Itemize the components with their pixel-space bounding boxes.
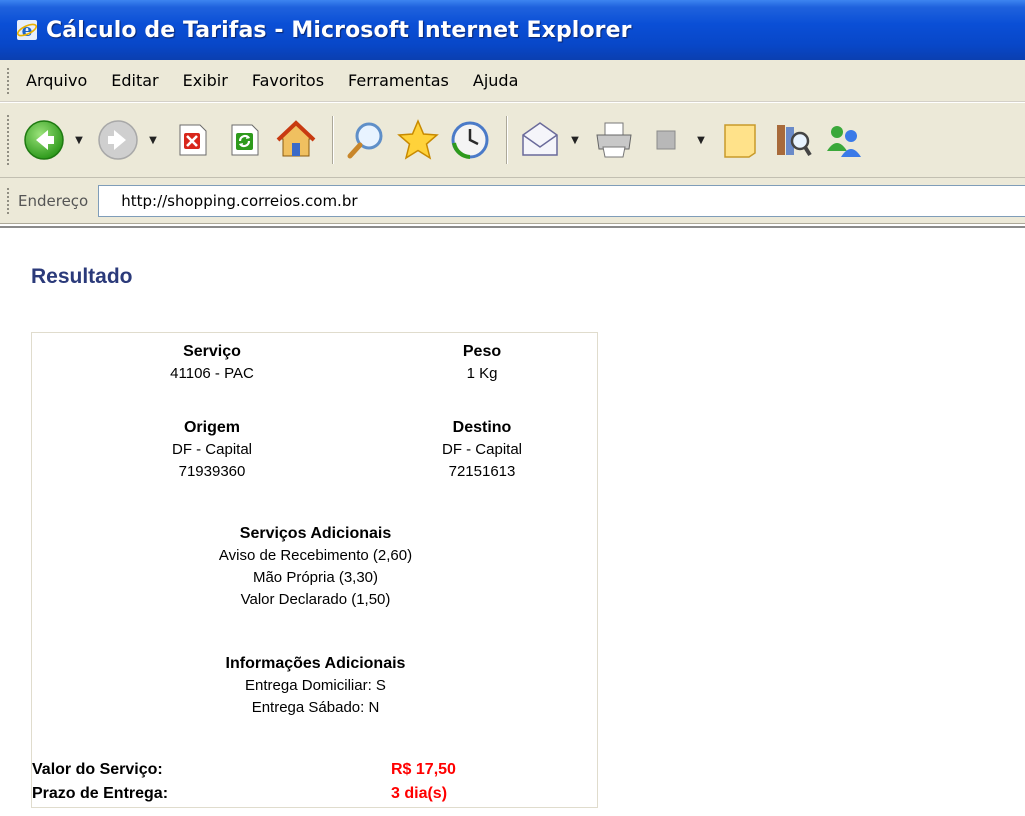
refresh-icon [231, 124, 259, 156]
mail-dropdown[interactable]: ▼ [568, 135, 582, 146]
messenger-icon [827, 126, 861, 157]
search-icon [347, 122, 383, 159]
menu-exibir[interactable]: Exibir [181, 67, 230, 94]
servico-block: Serviço 41106 - PAC [112, 341, 312, 385]
menu-arquivo[interactable]: Arquivo [24, 67, 89, 94]
discuss-icon [724, 124, 756, 158]
forward-icon [98, 120, 138, 160]
destino-label: Destino [452, 419, 512, 436]
peso-block: Peso 1 Kg [412, 341, 552, 385]
info-item: Entrega Domiciliar: S [245, 677, 386, 694]
edit-dropdown[interactable]: ▼ [694, 135, 708, 146]
page-content: Resultado Serviço 41106 - PAC Peso 1 Kg … [0, 226, 1025, 816]
history-button[interactable] [446, 116, 494, 164]
research-button[interactable] [768, 116, 816, 164]
destino-cep: 72151613 [448, 463, 516, 480]
history-icon [451, 121, 489, 159]
adicionais-block: Serviços Adicionais Aviso de Recebimento… [32, 523, 599, 611]
favorites-button[interactable] [394, 116, 442, 164]
standard-toolbar: ▼ ▼ ▼ ▼ [0, 102, 1025, 178]
valor-value: R$ 17,50 [391, 761, 456, 778]
discuss-button[interactable] [716, 116, 764, 164]
prazo-value: 3 dia(s) [391, 785, 448, 802]
toolbar-separator [506, 116, 508, 164]
home-button[interactable] [272, 116, 320, 164]
destino-block: Destino DF - Capital 72151613 [412, 417, 552, 483]
menu-ferramentas[interactable]: Ferramentas [346, 67, 451, 94]
origem-cep: 71939360 [178, 463, 246, 480]
home-icon [276, 120, 316, 157]
messenger-button[interactable] [820, 116, 868, 164]
address-grip[interactable] [6, 186, 10, 215]
toolbar-separator [332, 116, 334, 164]
mail-button[interactable] [516, 116, 564, 164]
edit-icon [656, 130, 676, 150]
print-icon [596, 122, 632, 158]
refresh-button[interactable] [220, 116, 268, 164]
window-title: Cálculo de Tarifas - Microsoft Internet … [46, 17, 632, 43]
menu-grip[interactable] [6, 66, 10, 95]
address-bar: Endereço http://shopping.correios.com.br [0, 178, 1025, 224]
result-heading: Resultado [31, 265, 133, 288]
toolbar-grip[interactable] [6, 114, 10, 166]
info-item: Entrega Sábado: N [251, 699, 380, 716]
menu-editar[interactable]: Editar [109, 67, 160, 94]
menu-bar: Arquivo Editar Exibir Favoritos Ferramen… [0, 60, 1025, 102]
destino-city: DF - Capital [441, 441, 523, 458]
origem-city: DF - Capital [171, 441, 253, 458]
address-label: Endereço [18, 191, 89, 210]
valor-label: Valor do Serviço: [32, 761, 163, 778]
info-block: Informações Adicionais Entrega Domicilia… [32, 653, 599, 719]
back-icon [24, 120, 64, 160]
servico-label: Serviço [183, 343, 241, 360]
forward-dropdown[interactable]: ▼ [146, 135, 160, 146]
adicional-item: Mão Própria (3,30) [252, 569, 379, 586]
research-icon [777, 125, 812, 157]
info-label: Informações Adicionais [225, 655, 406, 672]
mail-icon [522, 122, 558, 156]
peso-value: 1 Kg [466, 365, 498, 382]
result-panel: Serviço 41106 - PAC Peso 1 Kg Origem DF … [31, 332, 598, 808]
address-input[interactable]: http://shopping.correios.com.br [98, 184, 1025, 217]
forward-button[interactable] [94, 116, 142, 164]
origem-block: Origem DF - Capital 71939360 [112, 417, 312, 483]
search-button[interactable] [342, 116, 390, 164]
internet-explorer-icon: e [16, 19, 38, 41]
prazo-label: Prazo de Entrega: [32, 785, 169, 802]
origem-label: Origem [183, 419, 240, 436]
menu-ajuda[interactable]: Ajuda [471, 67, 521, 94]
favorites-icon [397, 119, 439, 160]
menu-favoritos[interactable]: Favoritos [250, 67, 326, 94]
stop-button[interactable] [168, 116, 216, 164]
peso-label: Peso [462, 343, 502, 360]
edit-button[interactable] [642, 116, 690, 164]
window-titlebar[interactable]: e Cálculo de Tarifas - Microsoft Interne… [0, 0, 1025, 60]
adicionais-label: Serviços Adicionais [239, 525, 392, 542]
address-url: http://shopping.correios.com.br [121, 191, 358, 210]
print-button[interactable] [590, 116, 638, 164]
servico-value: 41106 - PAC [170, 365, 254, 382]
back-button[interactable] [20, 116, 68, 164]
stop-icon [179, 124, 207, 156]
adicional-item: Aviso de Recebimento (2,60) [218, 547, 413, 564]
adicional-item: Valor Declarado (1,50) [240, 591, 391, 608]
back-dropdown[interactable]: ▼ [72, 135, 86, 146]
